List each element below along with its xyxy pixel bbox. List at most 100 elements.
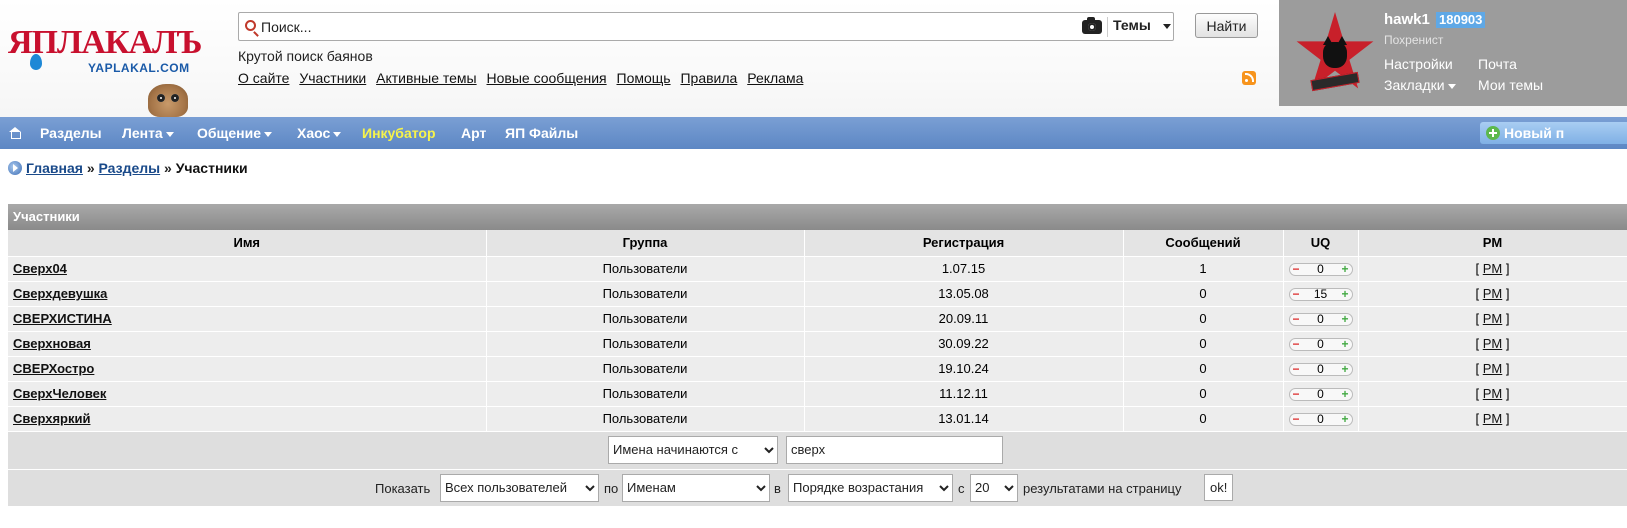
cat-mascot-icon [148,84,188,117]
breadcrumb-sections[interactable]: Разделы [99,160,161,176]
uq-minus-icon[interactable]: − [1293,338,1300,350]
camera-icon[interactable] [1082,17,1102,34]
table-row: Сверхновая Пользователи 30.09.22 0 −0 + [… [8,331,1627,357]
member-pm-cell: [ PM ] [1358,381,1627,407]
uq-minus-icon[interactable]: − [1293,413,1300,425]
member-link[interactable]: Сверх04 [13,261,67,276]
col-group: Группа [486,230,805,257]
in-label: в [774,480,781,496]
members-panel: Участники Имя Группа Регистрация Сообщен… [8,204,1627,506]
my-topics-link[interactable]: Мои темы [1478,77,1543,93]
search-scope-select[interactable]: Темы [1113,17,1151,33]
member-link[interactable]: СверхЧеловек [13,386,106,401]
avatar[interactable] [1295,12,1375,96]
member-registration: 13.05.08 [804,281,1124,307]
sort-order-select[interactable]: Порядке возрастания [788,473,953,502]
main-nav: Разделы Лента Общение Хаос Инкубатор Арт… [0,117,1627,149]
nav-sections[interactable]: Разделы [40,125,102,141]
nav-incubator[interactable]: Инкубатор [362,125,436,141]
pm-link[interactable]: PM [1483,411,1503,426]
uq-plus-icon[interactable]: + [1341,288,1348,300]
nav-chaos[interactable]: Хаос [297,125,342,141]
link-about[interactable]: О сайте [238,70,289,86]
new-post-button[interactable]: Новый п [1480,122,1627,144]
uq-plus-icon[interactable]: + [1341,363,1348,375]
submit-button[interactable]: ok! [1204,473,1234,501]
pm-link[interactable]: PM [1483,386,1503,401]
mail-link[interactable]: Почта [1478,56,1517,72]
filter-row: Имена начинаются с [8,431,1627,470]
link-help[interactable]: Помощь [617,70,671,86]
link-members[interactable]: Участники [299,70,366,86]
member-name-cell: Сверхяркий [8,406,487,432]
link-new-messages[interactable]: Новые сообщения [487,70,607,86]
show-select[interactable]: Всех пользователей [440,473,599,502]
uq-plus-icon[interactable]: + [1341,313,1348,325]
search-input[interactable] [261,17,1071,37]
chevron-down-icon [263,131,272,137]
link-rules[interactable]: Правила [680,70,737,86]
uq-plus-icon[interactable]: + [1341,338,1348,350]
uq-plus-icon[interactable]: + [1341,413,1348,425]
uq-plus-icon[interactable]: + [1341,388,1348,400]
uq-minus-icon[interactable]: − [1293,313,1300,325]
breadcrumb-separator: » [164,160,172,176]
home-icon[interactable] [9,127,21,139]
pm-link[interactable]: PM [1483,286,1503,301]
member-link[interactable]: СВЕРХостро [13,361,94,376]
uq-value: 0 [1317,337,1324,352]
nav-files[interactable]: ЯП Файлы [505,125,578,141]
pm-link[interactable]: PM [1483,336,1503,351]
uq-plus-icon[interactable]: + [1341,263,1348,275]
search-button[interactable]: Найти [1195,13,1258,38]
member-pm-cell: [ PM ] [1358,256,1627,282]
member-name-cell: СверхЧеловек [8,381,487,407]
rss-icon[interactable] [1242,71,1256,85]
uq-minus-icon[interactable]: − [1293,263,1300,275]
sort-by-select[interactable]: Именам [622,473,770,502]
uq-widget: − 0 + [1288,388,1353,402]
chevron-down-icon[interactable] [1163,24,1171,29]
name-filter-mode-select[interactable]: Имена начинаются с [608,435,778,464]
site-logo[interactable]: ЯПЛАКАЛЪ YAPLAKAL.COM [8,26,223,121]
table-row: СВЕРХостро Пользователи 19.10.24 0 −0 + [… [8,356,1627,382]
nav-social[interactable]: Общение [197,125,272,141]
search-icon [245,20,256,31]
name-filter-input[interactable] [786,435,1003,464]
member-name-cell: Сверх04 [8,256,487,282]
pm-link[interactable]: PM [1483,261,1503,276]
link-ads[interactable]: Реклама [747,70,803,86]
member-pm-cell: [ PM ] [1358,281,1627,307]
uq-minus-icon[interactable]: − [1293,363,1300,375]
top-links: О сайте Участники Активные темы Новые со… [238,70,809,86]
user-id-badge: 180903 [1436,12,1486,28]
chevron-down-icon [1447,83,1456,89]
member-link[interactable]: Сверхдевушка [13,286,107,301]
link-active-topics[interactable]: Активные темы [376,70,477,86]
member-link[interactable]: СВЕРХИСТИНА [13,311,112,326]
pm-link[interactable]: PM [1483,361,1503,376]
member-group: Пользователи [486,331,805,357]
nav-art[interactable]: Арт [461,125,486,141]
bookmarks-link[interactable]: Закладки [1384,77,1456,93]
uq-minus-icon[interactable]: − [1293,388,1300,400]
col-name: Имя [8,230,487,257]
table-row: СВЕРХИСТИНА Пользователи 20.09.11 0 −0 + … [8,306,1627,332]
settings-link[interactable]: Настройки [1384,56,1453,72]
member-name-cell: СВЕРХИСТИНА [8,306,487,332]
member-group: Пользователи [486,406,805,432]
member-uq-cell: − 0 + [1283,331,1359,357]
nav-feed[interactable]: Лента [122,125,174,141]
member-link[interactable]: Сверхяркий [13,411,90,426]
by-label: по [604,480,619,496]
member-registration: 1.07.15 [804,256,1124,282]
uq-value: 0 [1317,412,1324,427]
username[interactable]: hawk1 [1384,11,1430,28]
member-link[interactable]: Сверхновая [13,336,91,351]
per-page-select[interactable]: 20 [970,473,1018,502]
pm-link[interactable]: PM [1483,311,1503,326]
uq-minus-icon[interactable]: − [1293,288,1300,300]
breadcrumb-arrow-icon [8,161,22,175]
breadcrumb-home[interactable]: Главная [26,160,83,176]
member-group: Пользователи [486,281,805,307]
